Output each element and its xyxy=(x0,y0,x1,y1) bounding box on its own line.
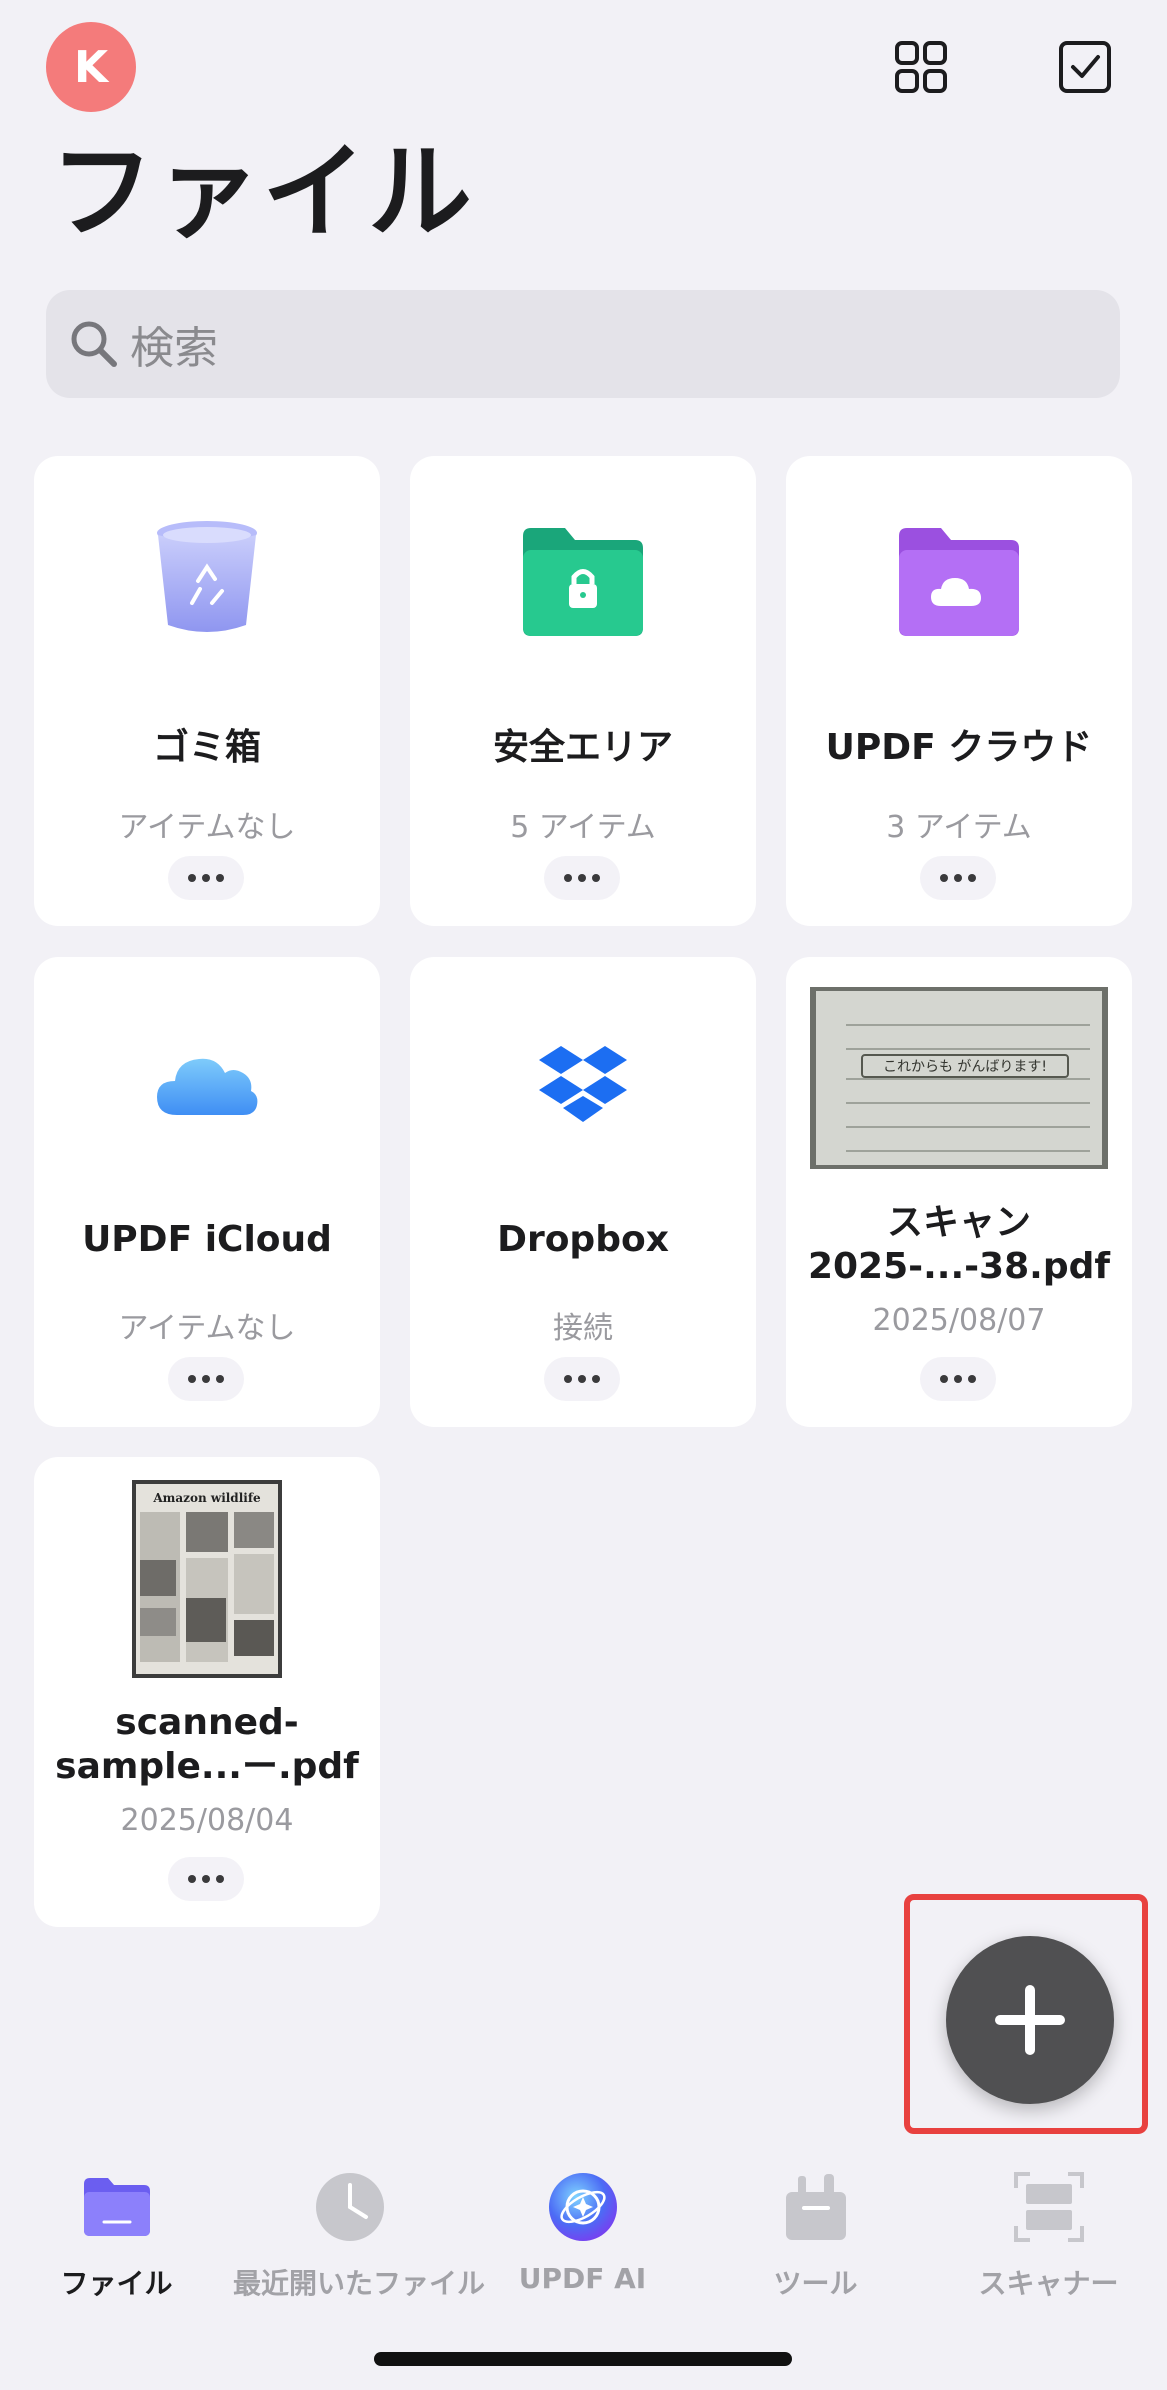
search-icon xyxy=(66,316,122,372)
item-name: UPDF iCloud xyxy=(82,1219,332,1260)
select-checkbox-icon[interactable] xyxy=(1048,30,1122,104)
toolbox-icon xyxy=(699,2162,932,2252)
item-name: scanned-sample...ー.pdf xyxy=(55,1702,359,1787)
trash-icon xyxy=(34,521,380,632)
item-card-updf-cloud[interactable]: UPDF クラウド 3 アイテム xyxy=(786,456,1132,926)
secure-folder-icon xyxy=(410,522,756,642)
item-subtitle: 3 アイテム xyxy=(886,810,1032,845)
tab-label: 最近開いたファイル xyxy=(233,2267,486,2300)
add-button[interactable] xyxy=(946,1936,1114,2104)
item-card-trash[interactable]: ゴミ箱 アイテムなし xyxy=(34,456,380,926)
clock-icon xyxy=(233,2162,466,2252)
item-subtitle: 接続 xyxy=(553,1311,613,1346)
more-options-button[interactable] xyxy=(920,1357,996,1401)
tab-label: スキャナー xyxy=(978,2267,1119,2300)
folder-icon xyxy=(0,2162,233,2252)
item-name: スキャン 2025-...-38.pdf xyxy=(807,1202,1111,1287)
more-options-button[interactable] xyxy=(544,1357,620,1401)
more-options-button[interactable] xyxy=(168,856,244,900)
item-name: Dropbox xyxy=(497,1219,669,1260)
home-indicator xyxy=(374,2352,792,2366)
ai-icon xyxy=(466,2162,699,2252)
more-options-button[interactable] xyxy=(920,856,996,900)
item-card-scan-pdf[interactable]: これからも がんばります! スキャン 2025-...-38.pdf 2025/… xyxy=(786,957,1132,1427)
pdf-thumbnail: Amazon wildlife xyxy=(34,1479,380,1679)
tab-label: ファイル xyxy=(60,2267,173,2300)
handwriting-text: これからも がんばります! xyxy=(883,1059,1047,1075)
dropbox-icon xyxy=(410,1039,756,1129)
item-name: ゴミ箱 xyxy=(152,727,261,768)
scanner-icon xyxy=(932,2162,1165,2252)
grid-view-icon[interactable] xyxy=(884,30,958,104)
more-options-button[interactable] xyxy=(168,1857,244,1901)
item-subtitle: アイテムなし xyxy=(118,1311,296,1346)
tab-label: UPDF AI xyxy=(518,2262,647,2295)
scan-thumbnail: これからも がんばります! xyxy=(786,987,1132,1169)
tab-updf-ai[interactable]: UPDF AI xyxy=(466,2150,699,2295)
cloud-folder-icon xyxy=(786,522,1132,642)
item-card-scanned-sample[interactable]: Amazon wildlife scanned-sample...ー.pdf 2… xyxy=(34,1457,380,1927)
more-options-button[interactable] xyxy=(544,856,620,900)
search-input[interactable]: 検索 xyxy=(46,290,1120,398)
magazine-title: Amazon wildlife xyxy=(152,1491,261,1505)
item-card-icloud[interactable]: UPDF iCloud アイテムなし xyxy=(34,957,380,1427)
item-subtitle: アイテムなし xyxy=(118,810,296,845)
more-options-button[interactable] xyxy=(168,1357,244,1401)
item-subtitle: 5 アイテム xyxy=(510,810,656,845)
item-subtitle: 2025/08/07 xyxy=(872,1303,1046,1338)
item-name: UPDF クラウド xyxy=(825,727,1093,768)
tab-recent-files[interactable]: 最近開いたファイル xyxy=(233,2150,486,2302)
item-card-secure-area[interactable]: 安全エリア 5 アイテム xyxy=(410,456,756,926)
tab-files[interactable]: ファイル xyxy=(0,2150,233,2302)
item-card-dropbox[interactable]: Dropbox 接続 xyxy=(410,957,756,1427)
item-name: 安全エリア xyxy=(492,727,673,768)
icloud-icon xyxy=(34,1039,380,1129)
search-placeholder: 検索 xyxy=(130,323,218,374)
avatar[interactable]: K xyxy=(46,22,136,112)
plus-icon xyxy=(995,1985,1065,2055)
tab-scanner[interactable]: スキャナー xyxy=(932,2150,1165,2302)
page-title: ファイル xyxy=(50,131,475,253)
tab-label: ツール xyxy=(773,2267,858,2300)
item-subtitle: 2025/08/04 xyxy=(120,1803,294,1838)
tab-tools[interactable]: ツール xyxy=(699,2150,932,2302)
